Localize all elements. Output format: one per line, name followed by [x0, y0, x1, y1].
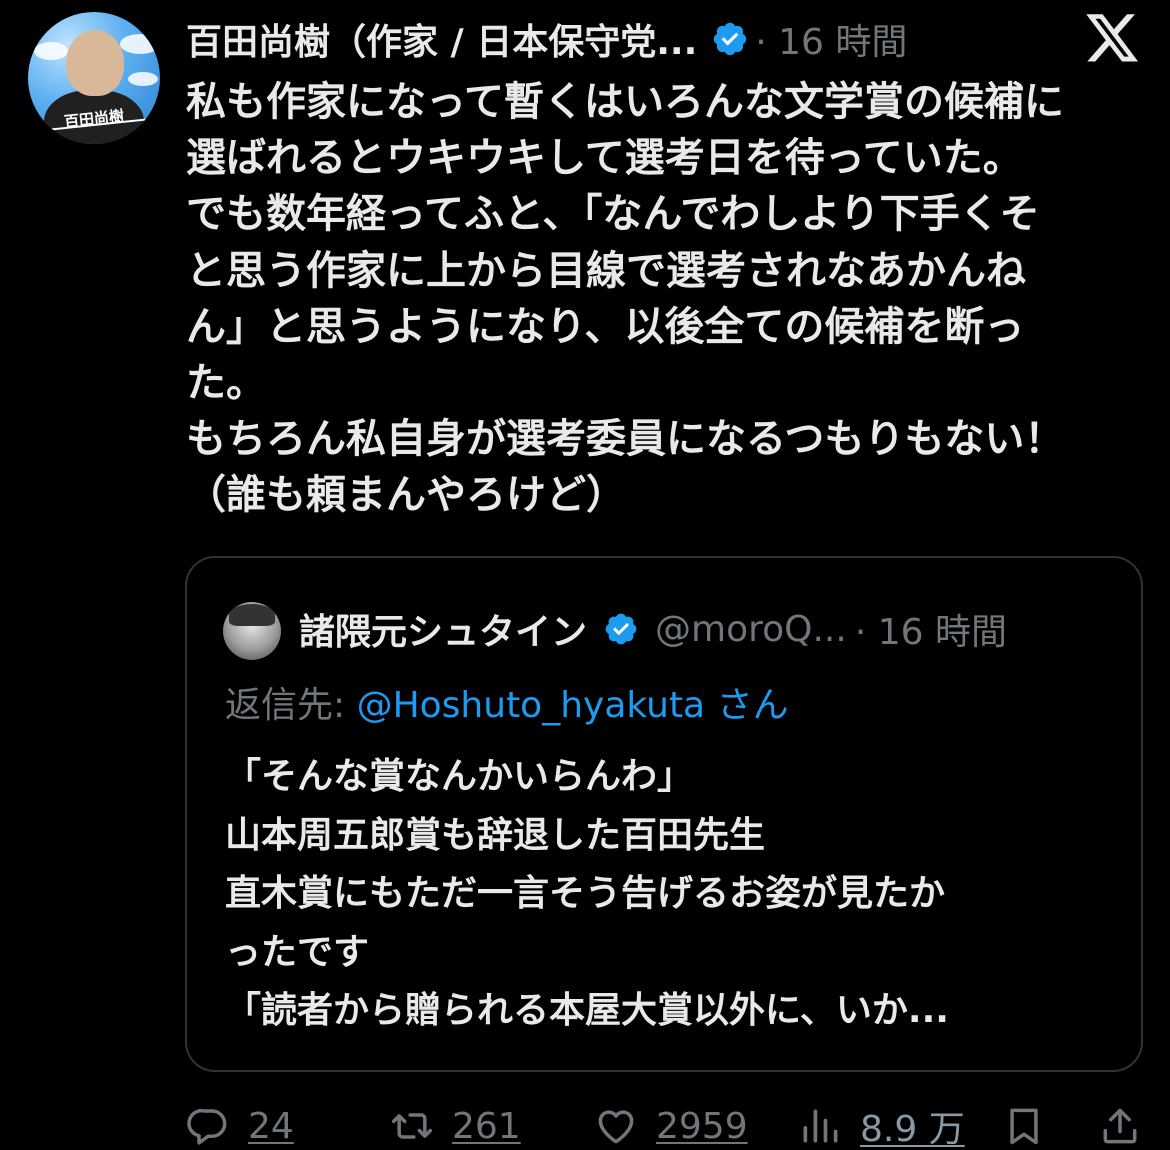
- avatar-head: [66, 30, 124, 96]
- like-count: 2959: [656, 1105, 748, 1147]
- avatar-hair: [229, 604, 275, 626]
- author-avatar[interactable]: 百田尚樹: [28, 12, 160, 144]
- quoted-author-avatar[interactable]: [223, 602, 281, 660]
- tweet-text-line: もちろん私自身が選考委員になるつもりもない！: [186, 416, 1065, 463]
- quoted-tweet-text: 「そんな賞なんかいらんわ」 山本周五郎賞も辞退した百田先生 直木賞にもただ一言そ…: [225, 748, 1105, 1041]
- quoted-text-line: 「読者から贈られる本屋大賞以外に、いか...: [225, 990, 949, 1032]
- heart-icon: [598, 1110, 634, 1144]
- quoted-text-line: 直木賞にもただ一言そう告げるお姿が見たか: [225, 873, 946, 915]
- tweet: 百田尚樹 百田尚樹（作家 / 日本保守党... · 16 時間 私も作家になって…: [0, 0, 1170, 1150]
- verified-badge-icon: [714, 22, 747, 56]
- author-name[interactable]: 百田尚樹（作家 / 日本保守党...: [186, 13, 697, 65]
- reply-to-line: 返信先: @Hoshuto_hyakuta さん: [225, 676, 789, 726]
- tweet-header: 百田尚樹（作家 / 日本保守党... · 16 時間: [186, 14, 1130, 64]
- tweet-text-line: 選ばれるとウキウキして選考日を待っていた。: [186, 135, 1023, 182]
- share-button[interactable]: [1098, 1096, 1142, 1150]
- quoted-author-name[interactable]: 諸隈元シュタイン: [299, 603, 587, 655]
- like-button[interactable]: 2959: [594, 1096, 748, 1150]
- bookmark-icon: [1010, 1108, 1038, 1145]
- quoted-text-line: ったです: [225, 931, 370, 973]
- reply-to-handle[interactable]: @Hoshuto_hyakuta: [357, 685, 706, 726]
- quoted-text-line: 「そんな賞なんかいらんわ」: [225, 756, 694, 797]
- share-icon: [1103, 1108, 1137, 1144]
- retweet-icon: [391, 1113, 433, 1139]
- tweet-text-line: た。: [186, 360, 266, 407]
- views-count: 8.9 万: [860, 1109, 965, 1150]
- reply-to-suffix: さん: [705, 685, 789, 726]
- quoted-tweet[interactable]: 諸隈元シュタイン @moroQ... · 16 時間 返信先: @Hoshuto…: [185, 556, 1143, 1072]
- tweet-text: 私も作家になって暫くはいろんな文学賞の候補に 選ばれるとウキウキして選考日を待っ…: [186, 74, 1146, 524]
- tweet-actions: 24 261 2959 8.9 万: [186, 1096, 1146, 1150]
- bookmark-button[interactable]: [1002, 1096, 1046, 1150]
- views-icon: [803, 1109, 838, 1143]
- quoted-text-line: 山本周五郎賞も辞退した百田先生: [225, 814, 766, 856]
- retweet-button[interactable]: 261: [390, 1096, 521, 1150]
- tweet-text-line: でも数年経ってふと、「なんでわしより下手くそ: [186, 191, 1040, 238]
- reply-count: 24: [248, 1105, 294, 1147]
- tweet-text-line: と思う作家に上から目線で選考されなあかんね: [186, 247, 1026, 294]
- quoted-tweet-time[interactable]: · 16 時間: [855, 603, 1007, 655]
- views-button[interactable]: 8.9 万: [798, 1096, 965, 1150]
- tweet-time[interactable]: · 16 時間: [755, 13, 907, 65]
- x-logo-icon[interactable]: [1086, 14, 1140, 64]
- quoted-tweet-header: 諸隈元シュタイン @moroQ... · 16 時間: [299, 604, 1085, 654]
- tweet-text-line: ん」と思うようになり、以後全ての候補を断っ: [186, 303, 1025, 350]
- quoted-author-handle[interactable]: @moroQ...: [655, 609, 847, 650]
- reply-icon: [187, 1108, 227, 1145]
- retweet-count: 261: [452, 1105, 521, 1147]
- reply-button[interactable]: 24: [186, 1096, 294, 1150]
- tweet-text-line: 私も作家になって暫くはいろんな文学賞の候補に: [186, 79, 1064, 125]
- reply-to-label: 返信先:: [225, 685, 357, 726]
- verified-badge-icon: [605, 613, 637, 645]
- tweet-text-line: （誰も頼まんやろけど）: [186, 472, 626, 519]
